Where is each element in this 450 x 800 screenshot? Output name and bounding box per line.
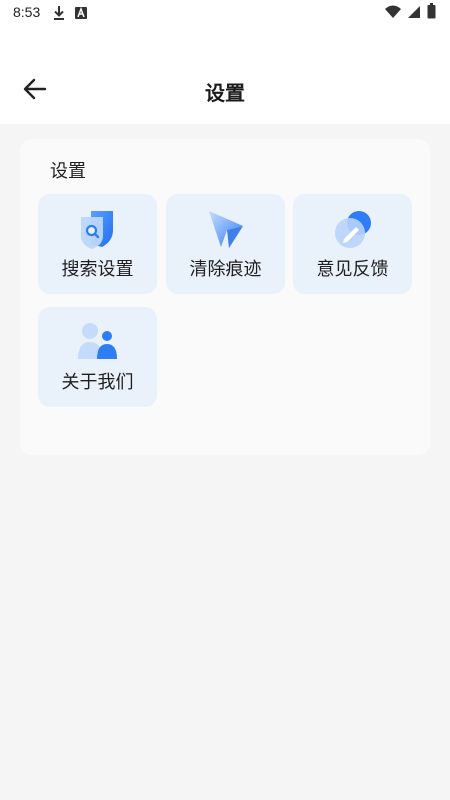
download-icon: [52, 5, 66, 21]
signal-icon: [407, 4, 421, 23]
settings-card: 设置 搜索设置 清除痕迹 意见反馈 关于我们: [20, 139, 430, 455]
tile-label: 意见反馈: [316, 259, 389, 280]
top-area: 8:53 设置: [0, 0, 450, 124]
feedback-tile[interactable]: 意见反馈: [293, 194, 412, 294]
a-badge-icon: [74, 5, 88, 21]
search-settings-tile[interactable]: 搜索设置: [38, 194, 157, 294]
about-us-tile[interactable]: 关于我们: [38, 307, 157, 407]
clear-history-tile[interactable]: 清除痕迹: [166, 194, 285, 294]
card-title: 设置: [50, 161, 86, 182]
page-title: 设置: [205, 81, 245, 105]
shield-search-icon: [77, 208, 119, 250]
battery-icon: [427, 3, 436, 23]
cursor-arrow-icon: [205, 208, 247, 250]
edit-feedback-icon: [332, 208, 374, 250]
status-time: 8:53: [13, 4, 41, 20]
wifi-icon: [385, 4, 401, 23]
app-bar: 设置: [0, 60, 450, 120]
tile-label: 清除痕迹: [189, 259, 262, 280]
people-icon: [77, 321, 119, 363]
tile-label: 搜索设置: [61, 259, 134, 280]
status-bar: 8:53: [0, 0, 450, 26]
tile-label: 关于我们: [61, 372, 134, 393]
